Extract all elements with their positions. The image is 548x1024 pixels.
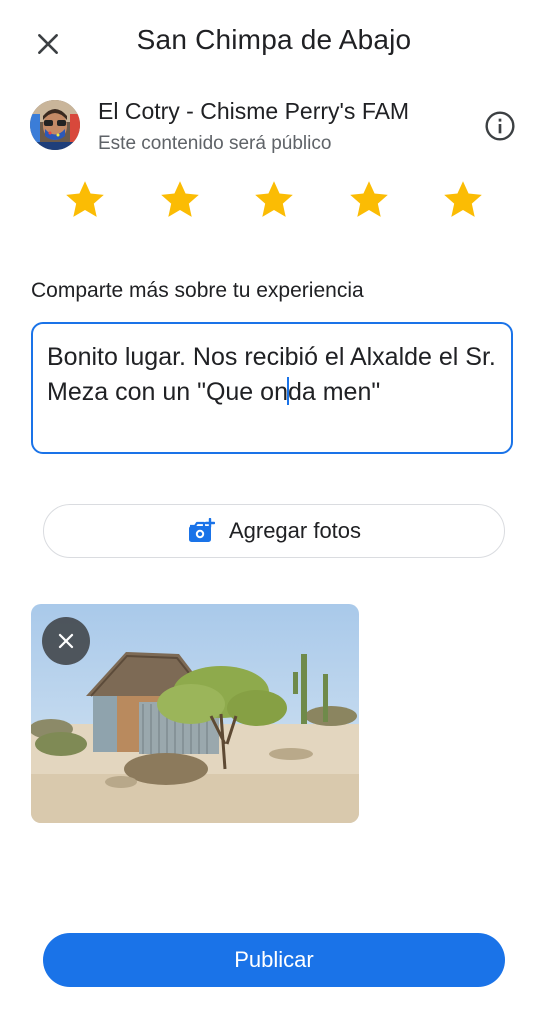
info-button[interactable] [480, 106, 520, 146]
star-button-5[interactable] [416, 172, 510, 228]
review-text-before-cursor: Bonito lugar. Nos recibió el Alxalde el … [47, 343, 496, 406]
author-name: El Cotry - Chisme Perry's FAM [98, 98, 410, 124]
star-button-1[interactable] [38, 172, 132, 228]
add-photo-icon [188, 518, 215, 542]
star-button-4[interactable] [322, 172, 416, 228]
remove-photo-button[interactable] [42, 617, 90, 665]
star-button-2[interactable] [133, 172, 227, 228]
publish-button[interactable]: Publicar [43, 933, 505, 987]
star-icon [255, 181, 293, 217]
review-dialog: San Chimpa de Abajo El Cotry - Chisme Pe… [0, 0, 548, 1024]
visibility-notice: Este contenido será público [98, 133, 332, 154]
page-title: San Chimpa de Abajo [136, 24, 412, 55]
review-label: Comparte más sobre tu experiencia [31, 279, 364, 302]
star-icon [444, 181, 482, 217]
avatar [30, 100, 80, 150]
star-icon [160, 181, 199, 217]
add-photos-button[interactable]: Agregar fotos [43, 504, 505, 558]
close-icon [58, 633, 74, 649]
star-rating [38, 172, 510, 228]
publish-label: Publicar [234, 947, 314, 972]
review-text-after-cursor: da men" [287, 378, 381, 406]
star-button-3[interactable] [227, 172, 321, 228]
star-icon [349, 181, 388, 217]
star-icon [66, 181, 104, 217]
info-icon [485, 111, 515, 141]
add-photos-label: Agregar fotos [228, 518, 362, 543]
review-textarea[interactable]: Bonito lugar. Nos recibió el Alxalde el … [31, 322, 513, 454]
